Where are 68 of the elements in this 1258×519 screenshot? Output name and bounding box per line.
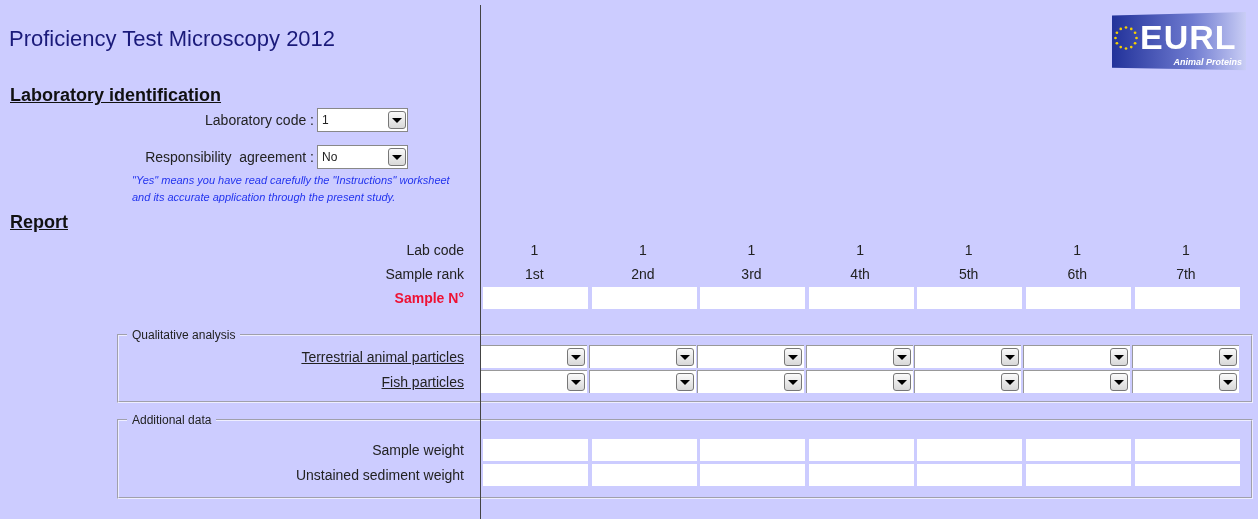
row-label: Fish particles [380,373,465,390]
sample-rank-value: 5th [957,266,980,282]
section-heading: Report [9,211,69,234]
dropdown[interactable] [697,370,805,393]
logo-subtitle: Animal Proteins [1173,57,1242,68]
dropdown[interactable]: 1 [317,108,408,132]
row-label: Sample N° [393,290,465,306]
row-label: Terrestrial animal particles [300,348,465,365]
input-field[interactable] [591,438,697,461]
lab-code-value: 1 [1180,242,1191,258]
dropdown[interactable] [805,370,913,393]
dropdown[interactable] [1131,345,1239,368]
sample-rank-value: 2nd [630,266,656,282]
input-field[interactable] [917,438,1023,461]
input-field[interactable] [1025,287,1131,309]
group-legend: Additional data [127,413,217,427]
sample-rank-value: 6th [1066,266,1088,282]
input-field[interactable] [808,438,914,461]
note-text: "Yes" means you have read carefully the "Instructions" worksheet and its accurate application through the present study. [132,173,451,205]
lab-code-value: 1 [529,242,540,258]
input-field[interactable] [700,287,806,309]
lab-code-value: 1 [746,242,757,258]
sample-rank-value: 3rd [740,266,763,282]
sample-rank-value: 4th [849,266,871,282]
sample-rank-value: 7th [1175,266,1197,282]
dropdown[interactable] [914,345,1022,368]
lab-code-value: 1 [1072,242,1083,258]
dropdown[interactable] [805,345,913,368]
page-title: Proficiency Test Microscopy 2012 [9,26,336,53]
section-heading: Laboratory identification [9,84,223,107]
dropdown[interactable] [697,345,805,368]
dropdown[interactable] [588,345,696,368]
field-label: Responsibility agreement : [145,149,314,165]
input-field[interactable] [1134,438,1240,461]
input-field[interactable] [808,287,914,309]
group-legend: Qualitative analysis [127,328,241,342]
dropdown[interactable] [1131,370,1239,393]
input-field[interactable] [591,287,697,309]
input-field[interactable] [1025,438,1131,461]
row-label: Lab code [405,242,465,258]
input-field[interactable] [1134,287,1240,309]
input-field[interactable] [483,438,588,461]
dropdown[interactable]: No [317,145,408,169]
row-label: Sample rank [384,266,465,282]
dropdown[interactable] [1022,370,1130,393]
dropdown[interactable] [480,345,587,368]
input-field[interactable] [700,438,806,461]
dropdown[interactable] [480,370,587,393]
logo-text: EURL [1140,18,1237,56]
dropdown[interactable] [588,370,696,393]
input-field[interactable] [483,287,588,309]
input-field[interactable] [700,463,806,486]
input-field[interactable] [917,463,1023,486]
lab-code-value: 1 [963,242,974,258]
dropdown[interactable] [1022,345,1130,368]
input-field[interactable] [483,463,588,486]
row-label: Unstained sediment weight [294,466,465,483]
input-field[interactable] [1025,463,1131,486]
input-field[interactable] [808,463,914,486]
lab-code-value: 1 [638,242,648,258]
input-field[interactable] [1134,463,1240,486]
sample-rank-value: 1st [523,266,545,282]
input-field[interactable] [917,287,1023,309]
field-label: Laboratory code : [205,112,314,128]
row-label: Sample weight [371,441,465,458]
dropdown[interactable] [914,370,1022,393]
lab-code-value: 1 [855,242,865,258]
input-field[interactable] [591,463,697,486]
